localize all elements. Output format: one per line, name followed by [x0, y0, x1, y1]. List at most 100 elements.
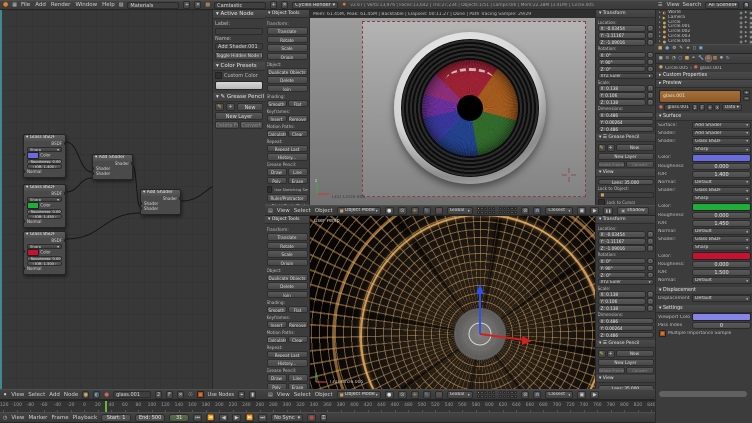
shelf-button-calculate[interactable]: Calculate	[267, 130, 287, 138]
active-node-panel-header[interactable]: ▾ Active Node	[213, 10, 265, 19]
shelf-button-origin[interactable]: Origin	[267, 259, 308, 267]
render-opengl-button[interactable]: ▣	[577, 207, 586, 215]
lock-toggle[interactable]: ▢	[647, 99, 654, 106]
shelf-button-rotate[interactable]: Rotate	[267, 242, 308, 250]
lock-toggle[interactable]: ▢	[647, 272, 654, 279]
rotation-field[interactable]: X: 0°	[598, 258, 647, 265]
jump-start-button[interactable]: ⏮	[193, 414, 202, 422]
shelf-button-insert[interactable]: Insert	[267, 115, 287, 123]
filter-icon-4[interactable]: ✎	[679, 46, 683, 52]
lock-toggle[interactable]: ▢	[647, 66, 654, 73]
material-unlink[interactable]: ✕	[714, 104, 720, 111]
node-editor-type-icon[interactable]: ⚫	[3, 392, 7, 398]
manipulator-translate-toggle[interactable]: ✛	[411, 207, 419, 215]
shelf-button-remove[interactable]: Remove	[288, 321, 308, 329]
grease-add-icon[interactable]: +	[607, 350, 615, 358]
glass-bsdf-node[interactable]: ▾ Glass BSDFBSDFSharp▾ Color‹ Roughness:…	[23, 184, 66, 228]
shelf-button-erase[interactable]: Erase	[288, 177, 308, 185]
tab-render-layers[interactable]: ≡	[665, 56, 670, 61]
expand-icon[interactable]: ▸	[659, 10, 661, 14]
scale-field[interactable]: Z: 0.138	[598, 305, 647, 312]
view3d-menu-object[interactable]: Object	[315, 392, 333, 398]
lock-toggle[interactable]: ▢	[647, 59, 654, 66]
menu-window[interactable]: Window	[75, 2, 97, 8]
layers-widget[interactable]	[477, 391, 495, 398]
tab-material[interactable]: ●	[706, 56, 711, 61]
pin-icon[interactable]: ☉	[188, 392, 192, 398]
snap-element-select[interactable]: Closest▾	[545, 207, 573, 215]
render-opengl-anim-button[interactable]: ▶	[590, 207, 599, 215]
node-menu-view[interactable]: View	[11, 392, 24, 398]
grease-convert-button[interactable]: Convert	[240, 121, 264, 129]
expand-icon[interactable]: ▸	[659, 20, 661, 24]
outliner-display-select[interactable]: All Scenes▾	[705, 2, 739, 9]
material-fake-user[interactable]: F	[699, 104, 705, 111]
normal-input[interactable]: Normal	[24, 266, 65, 272]
lock-object-field[interactable]: ■	[598, 192, 654, 199]
rotation-field[interactable]: Y: 90°	[598, 59, 647, 66]
surface-dropdown[interactable]: Sharp▾	[692, 244, 751, 251]
render-opengl-button[interactable]: ▣	[577, 391, 586, 399]
shelf-button-delete[interactable]: Delete	[267, 282, 308, 290]
view3d-menu-object[interactable]: Object	[315, 208, 333, 214]
shelf-button-translate[interactable]: Translate	[267, 233, 308, 241]
tab-physics[interactable]: ↻	[725, 56, 730, 61]
glass-bsdf-node[interactable]: ▾ Glass BSDFBSDFSharp▾ Color‹ Roughness:…	[23, 231, 66, 275]
grease-pencil-header[interactable]: ▾ ✎ Grease Pencil	[213, 93, 265, 102]
scale-field[interactable]: Z: 0.138	[598, 99, 647, 106]
shelf-button-delete[interactable]: Delete	[267, 76, 308, 84]
dimension-field[interactable]: Z: 0.486	[598, 126, 654, 133]
tool-shelf-title[interactable]: ▾ Object Tools	[265, 216, 309, 224]
grease-pencil-panel-header[interactable]: ▾ ☰ Grease Pencil	[596, 134, 655, 142]
menu-render[interactable]: Render	[51, 2, 71, 8]
filter-icon-5[interactable]: ★	[686, 46, 690, 52]
shelf-button-repeat-last[interactable]: Repeat Last	[267, 145, 308, 153]
material-name-field[interactable]: glass.001	[664, 104, 690, 111]
normal-input[interactable]: Normal	[24, 219, 65, 225]
rotation-order-select[interactable]: XYZ Euler▾	[598, 279, 654, 286]
settings-slider[interactable]: 0	[692, 322, 751, 329]
transform-panel-header[interactable]: ▾ Transform	[596, 10, 655, 18]
play-button[interactable]: ▶	[232, 414, 241, 422]
displacement-panel-header[interactable]: ▾ Displacement	[656, 287, 752, 295]
grease-new-button[interactable]: New	[616, 144, 654, 151]
node-material-field[interactable]: glass.001	[113, 391, 151, 398]
grease-delete-frame-button[interactable]: Delete Frame	[598, 161, 626, 168]
surface-color-swatch[interactable]	[692, 203, 751, 211]
lock-icon[interactable]: ⊘	[521, 207, 529, 215]
rotation-field[interactable]: Z: 0°	[598, 66, 647, 73]
tab-render[interactable]: ▣	[658, 56, 663, 61]
shelf-button-origin[interactable]: Origin	[267, 53, 308, 61]
lock-cursor-checkbox[interactable]	[598, 199, 605, 205]
scale-field[interactable]: X: 0.138	[598, 85, 647, 92]
timeline-editor-icon[interactable]: ◷	[3, 415, 7, 421]
lock-toggle[interactable]: ▢	[647, 52, 654, 59]
surface-dropdown[interactable]: Sharp▾	[692, 146, 751, 153]
surface-slider[interactable]: 1.400	[692, 171, 751, 178]
manipulator-scale-toggle[interactable]: ▭	[435, 207, 443, 215]
grease-new-button[interactable]: New	[616, 350, 654, 357]
grease-pencil-panel-header[interactable]: ▾ ☰ Grease Pencil	[596, 340, 655, 348]
scene-add-button[interactable]: +	[270, 1, 277, 9]
layout-add-button[interactable]: +	[183, 1, 190, 9]
settings-color-swatch[interactable]	[692, 313, 751, 321]
grease-add-button[interactable]: +	[226, 103, 235, 111]
grease-draw-icon[interactable]: ✎	[215, 103, 224, 111]
timeline-menu-marker[interactable]: Marker	[28, 415, 47, 421]
filter-icon-7[interactable]: ▣	[699, 46, 703, 52]
selectability-icon[interactable]: ▶	[745, 20, 748, 24]
surface-dropdown[interactable]: Glass BSDF▾	[692, 187, 751, 194]
snap-icon[interactable]: ⌖	[238, 391, 245, 399]
manipulator-rotate-toggle[interactable]: ↻	[423, 391, 431, 399]
grease-add-icon[interactable]: +	[607, 144, 615, 152]
lock-toggle[interactable]: ▢	[647, 305, 654, 312]
layers-widget[interactable]	[477, 207, 495, 214]
grease-new-layer-button[interactable]: New Layer	[598, 359, 654, 366]
material-link-select[interactable]: Data▾	[722, 104, 742, 111]
material-add[interactable]: +	[707, 104, 713, 111]
outliner-menu-search[interactable]: Search	[683, 2, 702, 8]
layers-widget[interactable]	[499, 207, 517, 214]
selectability-icon[interactable]: ▶	[745, 25, 748, 29]
shelf-button-join[interactable]: Join	[267, 85, 308, 93]
orientation-select[interactable]: Global▾	[447, 391, 473, 399]
